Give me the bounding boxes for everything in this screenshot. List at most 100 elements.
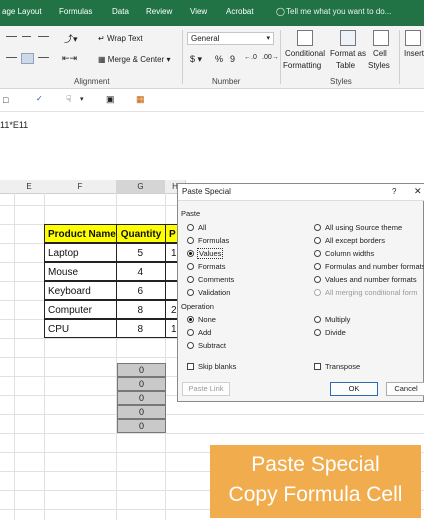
conditional-formatting-button[interactable]: Conditional Formatting: [283, 28, 327, 74]
op-none-label[interactable]: None: [198, 315, 216, 324]
paste-comments-radio[interactable]: [187, 276, 194, 283]
tab-page-layout[interactable]: age Layout: [2, 7, 42, 16]
dialog-title-bar[interactable]: Paste Special ? ✕: [178, 184, 424, 201]
paste-validation-label[interactable]: Validation: [198, 288, 230, 297]
camera-icon[interactable]: ▣: [106, 94, 115, 105]
close-icon[interactable]: ✕: [414, 186, 422, 197]
result-cell[interactable]: 0: [117, 391, 166, 405]
indent-icon[interactable]: ⇤⇥: [62, 53, 77, 64]
paste-except-borders-radio[interactable]: [314, 237, 321, 244]
op-multiply-radio[interactable]: [314, 316, 321, 323]
paste-validation-radio[interactable]: [187, 289, 194, 296]
table-cell-qty[interactable]: 8: [116, 300, 166, 319]
op-none-radio[interactable]: [187, 316, 194, 323]
table-cell-qty[interactable]: 5: [116, 243, 166, 262]
align-top-icon[interactable]: [6, 36, 17, 37]
cell-styles-button[interactable]: Cell Styles: [368, 28, 394, 74]
orientation-icon[interactable]: ⤴▾: [64, 32, 78, 45]
skip-blanks-checkbox[interactable]: [187, 363, 194, 370]
paste-source-theme-label[interactable]: All using Source theme: [325, 223, 402, 232]
op-subtract-label[interactable]: Subtract: [198, 341, 226, 350]
paste-source-theme-radio[interactable]: [314, 224, 321, 231]
tab-data[interactable]: Data: [112, 7, 129, 16]
paste-all-radio[interactable]: [187, 224, 194, 231]
table-cell-qty[interactable]: 4: [116, 262, 166, 281]
number-format-value: General: [191, 34, 220, 43]
paste-formulas-number-label[interactable]: Formulas and number formats: [325, 262, 424, 271]
table-cell-name[interactable]: Mouse: [44, 262, 117, 281]
paste-column-widths-label[interactable]: Column widths: [325, 249, 374, 258]
print-preview-icon[interactable]: ▦: [136, 94, 145, 105]
table-cell-name[interactable]: Keyboard: [44, 281, 117, 300]
result-cell[interactable]: 0: [117, 363, 166, 377]
currency-button[interactable]: $ ▾: [190, 54, 202, 65]
table-cell-name[interactable]: Laptop: [44, 243, 117, 262]
tab-formulas[interactable]: Formulas: [59, 7, 92, 16]
paste-formats-label[interactable]: Formats: [198, 262, 226, 271]
table-header-product[interactable]: Product Name: [44, 224, 117, 243]
conditional-formatting-icon: [297, 30, 313, 46]
op-divide-radio[interactable]: [314, 329, 321, 336]
tab-view[interactable]: View: [190, 7, 207, 16]
insert-button[interactable]: Insert: [402, 28, 424, 74]
chevron-down-icon[interactable]: ▾: [80, 95, 84, 103]
result-cell[interactable]: 0: [117, 419, 166, 433]
align-center-icon[interactable]: [21, 53, 34, 64]
paste-values-number-radio[interactable]: [314, 276, 321, 283]
merge-center-button[interactable]: ▦ Merge & Center ▾: [98, 55, 171, 64]
format-as-table-button[interactable]: Format as Table: [329, 28, 367, 74]
paste-values-label[interactable]: Values: [197, 248, 224, 259]
new-file-icon[interactable]: □: [3, 95, 8, 105]
align-left-icon[interactable]: [6, 57, 17, 58]
table-cell-name[interactable]: CPU: [44, 319, 117, 338]
paste-comments-label[interactable]: Comments: [198, 275, 234, 284]
paste-values-number-label[interactable]: Values and number formats: [325, 275, 417, 284]
cancel-button[interactable]: Cancel: [386, 382, 424, 396]
tab-review[interactable]: Review: [146, 7, 172, 16]
op-subtract-radio[interactable]: [187, 342, 194, 349]
touch-mode-icon[interactable]: ☟: [66, 94, 71, 105]
transpose-checkbox[interactable]: [314, 363, 321, 370]
ok-button[interactable]: OK: [330, 382, 378, 396]
result-cell[interactable]: 0: [117, 405, 166, 419]
op-divide-label[interactable]: Divide: [325, 328, 346, 337]
result-cell[interactable]: 0: [117, 377, 166, 391]
align-right-icon[interactable]: [38, 57, 49, 58]
paste-formats-radio[interactable]: [187, 263, 194, 270]
table-cell-name[interactable]: Computer: [44, 300, 117, 319]
op-add-radio[interactable]: [187, 329, 194, 336]
table-cell-qty[interactable]: 6: [116, 281, 166, 300]
wrap-text-button[interactable]: ↵ Wrap Text: [98, 34, 143, 43]
column-header-e[interactable]: E: [14, 180, 45, 194]
align-middle-icon[interactable]: [22, 36, 31, 37]
increase-decimal-icon[interactable]: ←.0: [244, 54, 257, 61]
tab-acrobat[interactable]: Acrobat: [226, 7, 254, 16]
op-add-label[interactable]: Add: [198, 328, 211, 337]
decrease-decimal-icon[interactable]: .00→: [262, 54, 279, 61]
column-header[interactable]: [0, 180, 15, 194]
table-cell-qty[interactable]: 8: [116, 319, 166, 338]
column-header-g[interactable]: G: [116, 180, 166, 194]
paste-values-radio[interactable]: [187, 250, 194, 257]
tell-me-box[interactable]: Tell me what you want to do...: [286, 7, 391, 16]
column-header-f[interactable]: F: [44, 180, 117, 194]
spelling-icon[interactable]: ✓: [36, 94, 43, 103]
skip-blanks-label[interactable]: Skip blanks: [198, 362, 236, 371]
formula-bar[interactable]: 11*E11: [0, 112, 424, 152]
paste-formulas-label[interactable]: Formulas: [198, 236, 229, 245]
table-header-quantity[interactable]: Quantity: [116, 224, 166, 243]
comma-button[interactable]: 9: [230, 54, 235, 64]
align-bottom-icon[interactable]: [38, 36, 49, 37]
paste-formulas-radio[interactable]: [187, 237, 194, 244]
number-format-select[interactable]: General ▾: [187, 32, 274, 45]
paste-link-button: Paste Link: [182, 382, 230, 396]
percent-button[interactable]: %: [215, 54, 223, 64]
conditional-formatting-label: Conditional: [285, 49, 326, 58]
help-button[interactable]: ?: [392, 187, 396, 196]
paste-except-borders-label[interactable]: All except borders: [325, 236, 385, 245]
op-multiply-label[interactable]: Multiply: [325, 315, 350, 324]
transpose-label[interactable]: Transpose: [325, 362, 360, 371]
paste-column-widths-radio[interactable]: [314, 250, 321, 257]
paste-all-label[interactable]: All: [198, 223, 206, 232]
paste-formulas-number-radio[interactable]: [314, 263, 321, 270]
